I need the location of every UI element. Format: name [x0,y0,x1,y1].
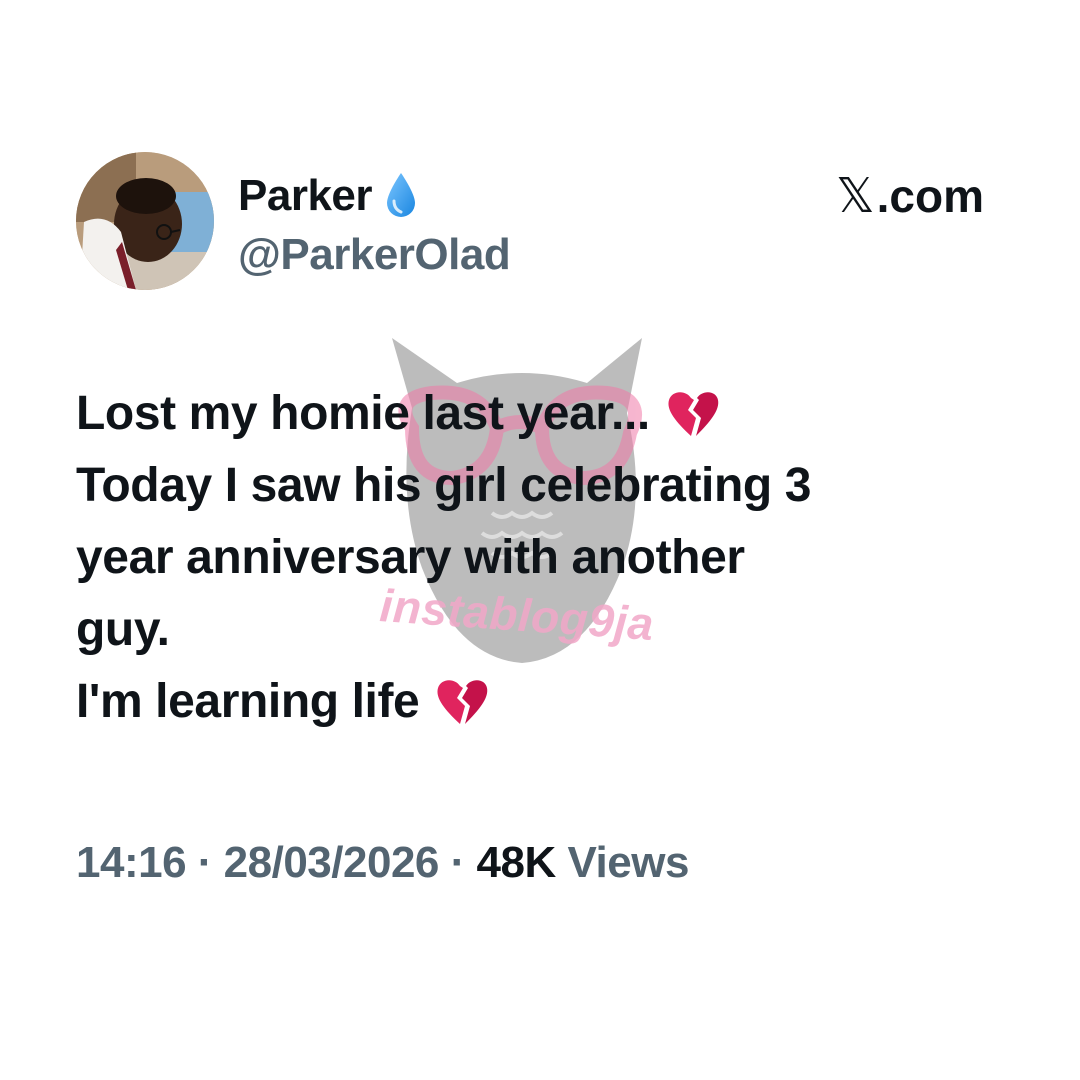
broken-heart-icon [666,388,720,440]
tweet-meta: 14:16 · 28/03/2026 · 48K Views [76,838,689,888]
meta-separator: · [450,838,466,887]
brand-logo: 𝕏 .com [836,168,984,224]
tweet-line: I'm learning life [76,666,1006,738]
avatar[interactable] [76,152,214,290]
tweet-time[interactable]: 14:16 [76,838,187,887]
tweet-header: Parker @ParkerOlad 𝕏 .com [76,152,1006,292]
tweet-line-text: I'm learning life [76,675,420,728]
tweet-line-text: guy. [76,603,170,656]
tweet-line-text: Lost my homie last year... [76,387,650,440]
tweet-date[interactable]: 28/03/2026 [224,838,440,887]
tweet-line: Today I saw his girl celebrating 3 [76,450,1006,522]
display-name[interactable]: Parker [238,171,373,221]
user-handle[interactable]: @ParkerOlad [238,230,511,280]
tweet-line-text: year anniversary with another [76,531,745,584]
meta-separator: · [197,838,213,887]
tweet-line-text: Today I saw his girl celebrating 3 [76,459,812,512]
water-drop-icon [384,171,418,221]
name-row: Parker [238,166,418,226]
tweet-line: year anniversary with another [76,522,1006,594]
tweet-line: guy. [76,594,1006,666]
x-logo-icon: 𝕏 [835,168,875,224]
views-label: Views [567,838,689,887]
tweet-text: Lost my homie last year... Today I saw h… [76,378,1006,738]
tweet-line: Lost my homie last year... [76,378,1006,450]
brand-domain: .com [876,170,984,222]
broken-heart-icon [435,676,489,728]
views-count[interactable]: 48K [477,838,557,887]
avatar-photo [76,152,214,290]
